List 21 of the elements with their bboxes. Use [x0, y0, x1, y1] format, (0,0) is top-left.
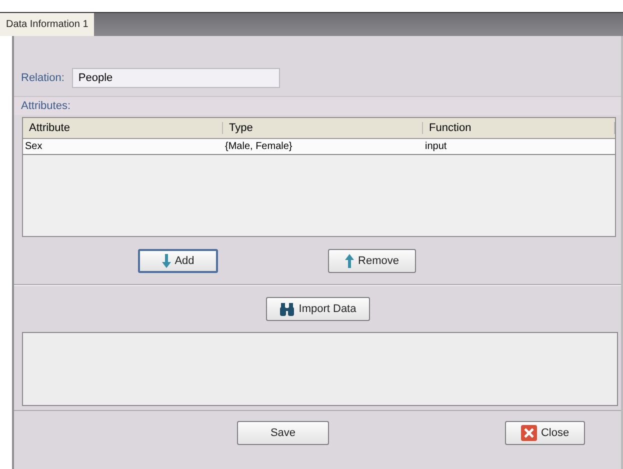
- up-arrow-icon: [345, 254, 354, 268]
- tab[interactable]: Data Information 1: [0, 13, 94, 36]
- add-button[interactable]: Add: [138, 249, 218, 273]
- down-arrow-icon: [162, 254, 171, 268]
- column-header[interactable]: Type: [223, 122, 423, 134]
- binoculars-icon: [278, 302, 295, 316]
- remove-button[interactable]: Remove: [328, 249, 416, 273]
- column-header[interactable]: Function: [423, 122, 615, 134]
- table-cell-text: input: [424, 141, 448, 152]
- close-icon: [520, 425, 537, 441]
- log-area[interactable]: [22, 332, 618, 406]
- table-row[interactable]: Sex {Male, Female} input: [23, 139, 615, 155]
- table-cell-text: {Male, Female}: [224, 141, 294, 152]
- close-button[interactable]: Close: [505, 421, 585, 445]
- table-cell-text: Sex: [24, 141, 44, 152]
- attributes-label: Attributes:: [21, 100, 71, 112]
- column-header[interactable]: Attribute: [23, 122, 223, 134]
- save-button[interactable]: Save: [237, 421, 329, 445]
- relation-label: Relation:: [21, 72, 64, 84]
- relation-field[interactable]: People: [72, 68, 280, 88]
- import-button[interactable]: Import Data: [266, 297, 370, 321]
